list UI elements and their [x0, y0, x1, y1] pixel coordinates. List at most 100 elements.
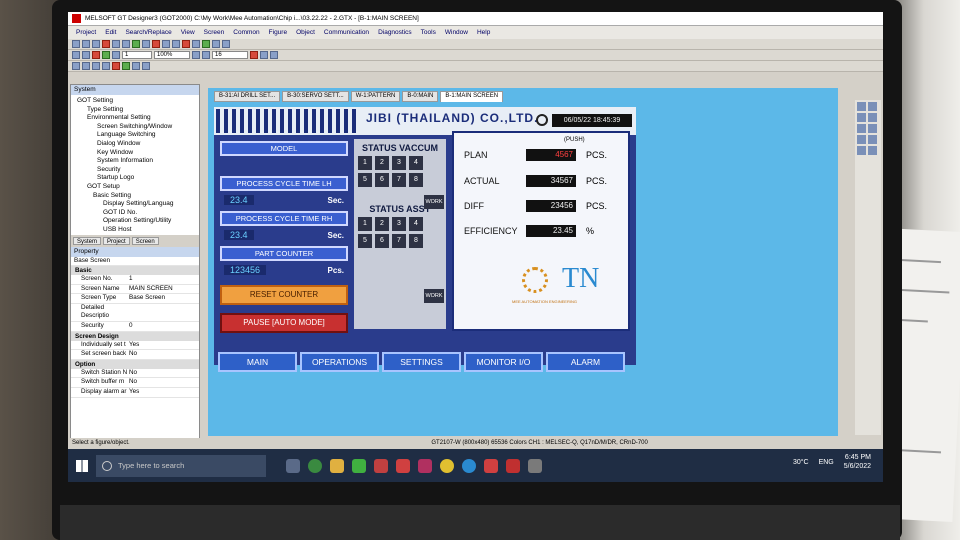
menu-common[interactable]: Common: [233, 29, 259, 36]
tab-w1[interactable]: W-1:PATTERN: [350, 91, 401, 102]
switch-icon[interactable]: [202, 40, 210, 48]
tree-item[interactable]: Startup Logo: [73, 174, 199, 183]
text-tool-icon[interactable]: [868, 102, 877, 111]
zoom-out-icon[interactable]: [202, 51, 210, 59]
paste-icon[interactable]: [122, 40, 130, 48]
property-row[interactable]: Detailed Descriptio: [71, 304, 199, 323]
pause-auto-mode-button[interactable]: PAUSE [AUTO MODE]: [220, 313, 348, 333]
app-icon[interactable]: [484, 458, 498, 473]
property-row[interactable]: Display alarm ar Yes: [71, 388, 199, 398]
app-icon[interactable]: [374, 458, 388, 473]
group-icon[interactable]: [102, 62, 110, 70]
line-icon[interactable]: [122, 62, 130, 70]
nav-main-button[interactable]: MAIN: [218, 352, 297, 372]
menu-help[interactable]: Help: [477, 29, 490, 36]
redo-icon[interactable]: [142, 40, 150, 48]
taskbar-search[interactable]: Type here to search: [96, 454, 266, 477]
edge-icon[interactable]: [462, 458, 476, 473]
object-icon[interactable]: [182, 40, 190, 48]
undo-icon[interactable]: [132, 40, 140, 48]
language-indicator[interactable]: ENG: [819, 459, 834, 466]
nav-alarm-button[interactable]: ALARM: [546, 352, 625, 372]
reset-counter-button[interactable]: RESET COUNTER: [220, 285, 348, 305]
figure-icon[interactable]: [172, 40, 180, 48]
align-center-icon[interactable]: [82, 62, 90, 70]
simulate-icon[interactable]: [112, 51, 120, 59]
property-row[interactable]: Screen Name MAIN SCREEN: [71, 285, 199, 295]
new-icon[interactable]: [72, 40, 80, 48]
windows-start-icon[interactable]: [76, 459, 88, 472]
switch-tool-icon[interactable]: [857, 135, 866, 144]
menu-figure[interactable]: Figure: [269, 29, 287, 36]
property-row[interactable]: Switch Station N No: [71, 369, 199, 379]
property-row[interactable]: Screen Type Base Screen: [71, 294, 199, 304]
rect-tool-icon[interactable]: [868, 113, 877, 122]
clock[interactable]: 6:45 PM 5/6/2022: [844, 453, 871, 471]
screen-icon[interactable]: [152, 40, 160, 48]
app-icon[interactable]: [506, 458, 520, 473]
tree-item[interactable]: System Information: [73, 157, 199, 166]
arc-tool-icon[interactable]: [868, 124, 877, 133]
read-icon[interactable]: [82, 51, 90, 59]
chart-tool-icon[interactable]: [868, 146, 877, 155]
menu-screen[interactable]: Screen: [204, 29, 225, 36]
open-icon[interactable]: [82, 40, 90, 48]
menu-diagnostics[interactable]: Diagnostics: [378, 29, 412, 36]
next-icon[interactable]: [270, 51, 278, 59]
tree-item[interactable]: GOT ID No.: [73, 209, 199, 218]
nav-settings-button[interactable]: SETTINGS: [382, 352, 461, 372]
align-left-icon[interactable]: [72, 62, 80, 70]
verify-icon[interactable]: [92, 51, 100, 59]
circle-icon[interactable]: [142, 62, 150, 70]
delete-icon[interactable]: [112, 62, 120, 70]
property-row[interactable]: Individually set t Yes: [71, 341, 199, 351]
menu-search[interactable]: Search/Replace: [125, 29, 171, 36]
menu-view[interactable]: View: [181, 29, 195, 36]
menu-project[interactable]: Project: [76, 29, 96, 36]
on-off-icon[interactable]: [250, 51, 258, 59]
property-row[interactable]: Set screen back No: [71, 350, 199, 360]
tree-item[interactable]: Security: [73, 166, 199, 175]
cut-icon[interactable]: [102, 40, 110, 48]
tree-item[interactable]: Basic Setting: [73, 192, 199, 201]
tree-item[interactable]: Operation Setting/Utility: [73, 217, 199, 226]
tab-screen[interactable]: Screen: [131, 236, 159, 245]
tab-b1-main-screen[interactable]: B-1:MAIN SCREEN: [440, 91, 504, 102]
text-icon[interactable]: [222, 40, 230, 48]
circle-tool-icon[interactable]: [857, 124, 866, 133]
numeric-tool-icon[interactable]: [857, 146, 866, 155]
zoom-in-icon[interactable]: [192, 51, 200, 59]
menu-object[interactable]: Object: [296, 29, 315, 36]
app-icon[interactable]: [528, 458, 542, 473]
write-icon[interactable]: [72, 51, 80, 59]
tab-b30[interactable]: B-30:SERVO SETT...: [282, 91, 349, 102]
tree-item[interactable]: Dialog Window: [73, 140, 199, 149]
tree-item[interactable]: USB Host: [73, 226, 199, 235]
tree-item[interactable]: Screen Switching/Window: [73, 123, 199, 132]
weather-temp[interactable]: 30°C: [793, 459, 809, 466]
save-icon[interactable]: [92, 40, 100, 48]
menu-communication[interactable]: Communication: [324, 29, 369, 36]
menu-window[interactable]: Window: [445, 29, 468, 36]
lamp-icon[interactable]: [192, 40, 200, 48]
chrome-icon[interactable]: [308, 458, 322, 473]
grid-field[interactable]: 16: [212, 51, 248, 59]
tab-b0[interactable]: B-0:MAIN: [402, 91, 439, 102]
tree-item[interactable]: Language Switching: [73, 131, 199, 140]
menu-edit[interactable]: Edit: [105, 29, 116, 36]
tree-item[interactable]: Type Setting: [73, 106, 199, 115]
rectangle-icon[interactable]: [132, 62, 140, 70]
tree-item[interactable]: Display Setting/Languag: [73, 200, 199, 209]
copy-icon[interactable]: [112, 40, 120, 48]
property-row[interactable]: Switch buffer m No: [71, 378, 199, 389]
numeric-icon[interactable]: [212, 40, 220, 48]
align-right-icon[interactable]: [92, 62, 100, 70]
file-explorer-icon[interactable]: [330, 458, 344, 473]
zoom-field[interactable]: 100%: [154, 51, 190, 59]
tab-b31[interactable]: B-31:AI DRILL SET...: [214, 91, 281, 102]
menu-tools[interactable]: Tools: [421, 29, 436, 36]
tree-item[interactable]: Key Window: [73, 149, 199, 158]
line-tool-icon[interactable]: [857, 113, 866, 122]
prev-icon[interactable]: [260, 51, 268, 59]
property-row[interactable]: Security 0: [71, 322, 199, 332]
